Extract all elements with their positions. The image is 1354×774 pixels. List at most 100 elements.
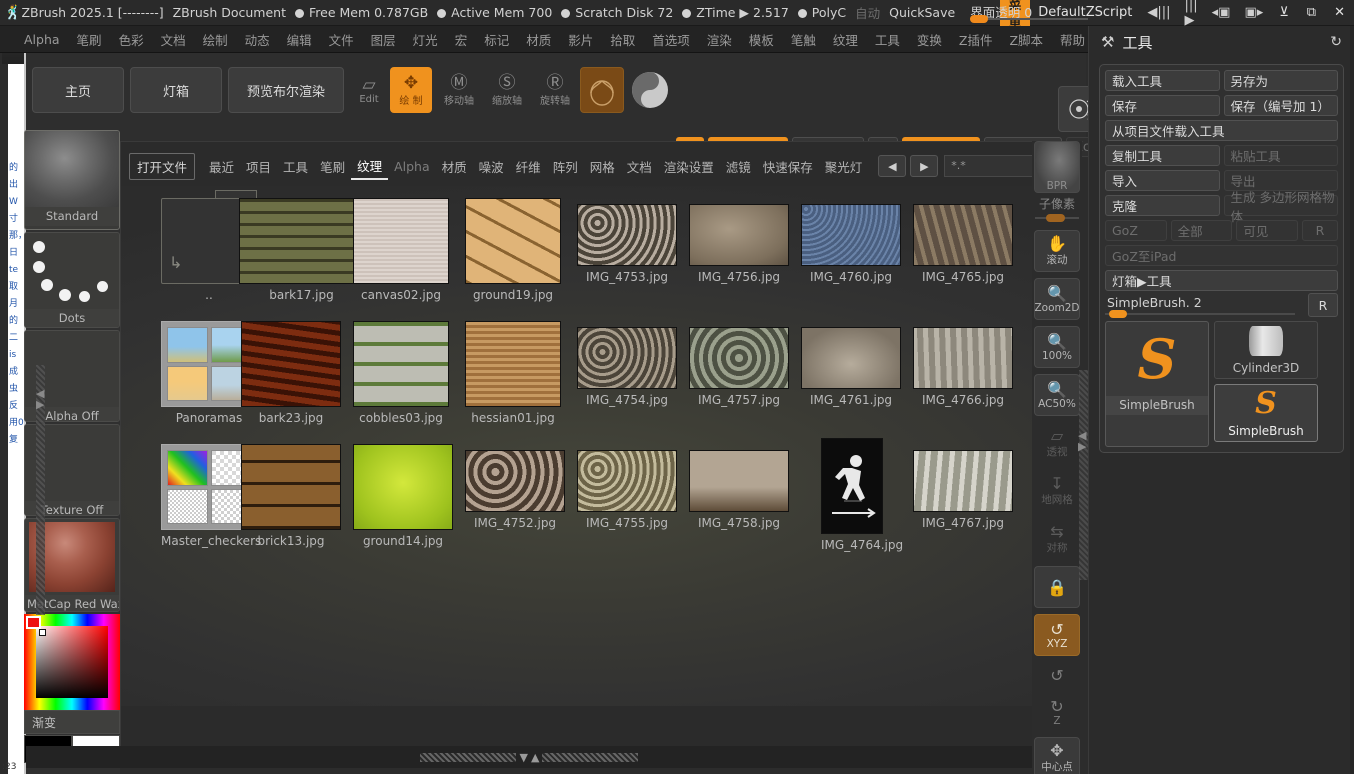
lightbox-thumbnail[interactable]: ground19.jpg <box>465 198 561 302</box>
lightbox-thumbnail[interactable]: brick13.jpg <box>241 444 341 548</box>
tool-button-克隆[interactable]: 克隆 <box>1105 195 1220 216</box>
menu-item-5[interactable]: 动态 <box>237 27 278 52</box>
color-picker[interactable] <box>24 614 120 710</box>
left-panel-collapse-icon[interactable]: ◀ ▶ <box>36 388 44 410</box>
tool-button-载入工具[interactable]: 载入工具 <box>1105 70 1220 91</box>
open-file-button[interactable]: 打开文件 <box>129 152 196 180</box>
lightbox-thumbnail[interactable]: IMG_4753.jpg <box>577 204 677 284</box>
lightbox-thumbnail[interactable]: hessian01.jpg <box>465 321 561 425</box>
rail-button-Z[interactable]: ↻ Z <box>1034 694 1080 731</box>
lightbox-thumbnail[interactable]: IMG_4767.jpg <box>913 450 1013 530</box>
lightbox-tab-文档[interactable]: 文档 <box>621 154 658 179</box>
quicksave-button[interactable]: QuickSave <box>889 5 955 20</box>
scroll-right-icon[interactable]: |||▶ <box>1185 0 1198 28</box>
menu-item-9[interactable]: 灯光 <box>405 27 446 52</box>
rail-button-camera-lock-icon[interactable]: 🔒 <box>1034 566 1080 608</box>
preview-bool-render-button[interactable]: 预览布尔渲染 <box>228 67 344 113</box>
rail-button-AC50%[interactable]: 🔍 AC50% <box>1034 374 1080 416</box>
tool-item-slider[interactable]: SimpleBrush. 2 R <box>1105 293 1338 318</box>
minimize-button[interactable]: ⊻ <box>1279 5 1289 20</box>
lightbox-tab-工具[interactable]: 工具 <box>277 154 314 179</box>
reload-icon[interactable]: ↻ <box>1330 34 1342 50</box>
stroke-palette-tile[interactable]: Dots <box>24 232 120 328</box>
tool-button-保存[interactable]: 保存 <box>1105 95 1220 116</box>
rail-button-滚动[interactable]: ✋ 滚动 <box>1034 230 1080 272</box>
lightbox-tab-纹理[interactable]: 纹理 <box>351 153 389 180</box>
close-button[interactable]: ✕ <box>1334 5 1345 20</box>
interface-transparency-slider[interactable]: 界面透明 0 <box>970 3 1089 23</box>
lightbox-tab-噪波[interactable]: 噪波 <box>473 154 510 179</box>
tool-button-保存（编号加 1）[interactable]: 保存（编号加 1） <box>1223 95 1338 116</box>
current-material-preview[interactable] <box>628 67 672 113</box>
menu-item-7[interactable]: 文件 <box>321 27 362 52</box>
slider-knob[interactable] <box>1109 310 1127 318</box>
lightbox-tab-阵列[interactable]: 阵列 <box>547 154 584 179</box>
rail-button-地网格[interactable]: ↧ 地网格 <box>1034 470 1080 512</box>
draw-mode-button[interactable]: ✥ 绘 制 <box>390 67 432 113</box>
scroll-down-icon[interactable]: ▼ <box>520 751 529 764</box>
lightbox-thumbnail[interactable]: IMG_4766.jpg <box>913 327 1013 407</box>
lightbox-thumbnail[interactable]: cobbles03.jpg <box>353 321 449 425</box>
lightbox-thumbnail[interactable]: bark23.jpg <box>241 321 341 425</box>
menu-item-20[interactable]: 工具 <box>867 27 908 52</box>
menu-item-13[interactable]: 影片 <box>560 27 601 52</box>
subpixel-slider[interactable] <box>1035 214 1079 222</box>
lightbox-tab-聚光灯[interactable]: 聚光灯 <box>819 154 869 179</box>
restore-button[interactable]: ⧉ <box>1307 5 1316 20</box>
menu-item-1[interactable]: 笔刷 <box>69 27 110 52</box>
lightbox-button[interactable]: 灯箱 <box>130 67 222 113</box>
menu-item-4[interactable]: 绘制 <box>195 27 236 52</box>
rail-button-100%[interactable]: 🔍 100% <box>1034 326 1080 368</box>
lightbox-thumbnail[interactable]: IMG_4756.jpg <box>689 204 789 284</box>
lightbox-tab-项目[interactable]: 项目 <box>240 154 277 179</box>
menu-item-22[interactable]: Z插件 <box>951 27 1001 52</box>
rail-button-透视[interactable]: ▱ 透视 <box>1034 422 1080 464</box>
lightbox-tab-笔刷[interactable]: 笔刷 <box>314 154 351 179</box>
lightbox-thumbnail[interactable]: IMG_4765.jpg <box>913 204 1013 284</box>
lightbox-thumbnail[interactable]: IMG_4758.jpg <box>689 450 789 530</box>
bottom-scroll-bar[interactable]: ▼ ▲ <box>26 746 1032 768</box>
menu-item-12[interactable]: 材质 <box>518 27 559 52</box>
lightbox-thumbnail[interactable]: ground14.jpg <box>353 444 453 548</box>
menu-item-6[interactable]: 编辑 <box>279 27 320 52</box>
lightbox-path-input[interactable]: *.* <box>944 155 1033 177</box>
right-panel-drag-handle[interactable] <box>1079 370 1088 580</box>
lightbox-tab-Alpha[interactable]: Alpha <box>388 156 436 177</box>
current-brush-preview[interactable] <box>580 67 624 113</box>
left-arrow-icon[interactable]: ◀ <box>878 155 907 177</box>
tool-button-导入[interactable]: 导入 <box>1105 170 1220 191</box>
menu-item-8[interactable]: 图层 <box>363 27 404 52</box>
rail-button-rotate-y-icon[interactable]: ↺ <box>1034 662 1080 688</box>
menu-item-2[interactable]: 色彩 <box>111 27 152 52</box>
lightbox-thumbnail[interactable]: IMG_4754.jpg <box>577 327 677 407</box>
gradient-button[interactable]: 渐变 <box>24 710 120 734</box>
lightbox-thumbnail[interactable]: bark17.jpg <box>239 198 364 302</box>
menu-item-19[interactable]: 纹理 <box>825 27 866 52</box>
scroll-left-icon[interactable]: ◀||| <box>1147 5 1170 20</box>
lightbox-tab-纤维[interactable]: 纤维 <box>510 154 547 179</box>
move-mode-button[interactable]: Ⓜ 移动轴 <box>438 67 480 113</box>
rail-button-XYZ[interactable]: ↺ XYZ <box>1034 614 1080 656</box>
menu-item-18[interactable]: 笔触 <box>783 27 824 52</box>
next-doc-icon[interactable]: ▣▸ <box>1244 5 1263 20</box>
right-panel-collapse-icon[interactable]: ◀ ▶ <box>1078 430 1086 452</box>
lightbox-thumbnail[interactable]: IMG_4761.jpg <box>801 327 901 407</box>
menu-item-21[interactable]: 变换 <box>909 27 950 52</box>
prev-doc-icon[interactable]: ◂▣ <box>1212 5 1231 20</box>
menu-item-0[interactable]: Alpha <box>16 29 68 50</box>
slider-knob[interactable] <box>1046 214 1065 222</box>
tool-button-另存为[interactable]: 另存为 <box>1223 70 1338 91</box>
home-button[interactable]: 主页 <box>32 67 124 113</box>
menu-item-16[interactable]: 渲染 <box>699 27 740 52</box>
menu-item-23[interactable]: Z脚本 <box>1001 27 1051 52</box>
slider-knob[interactable] <box>970 14 989 23</box>
lightbox-thumbnail[interactable]: IMG_4764.jpg <box>821 438 903 552</box>
menu-item-10[interactable]: 宏 <box>447 27 476 52</box>
tool-tile-cylinder3d[interactable]: Cylinder3D <box>1214 321 1318 379</box>
rail-button-中心点[interactable]: ✥ 中心点 <box>1034 737 1080 774</box>
lightbox-tab-材质[interactable]: 材质 <box>436 154 473 179</box>
lightbox-tab-快速保存[interactable]: 快速保存 <box>757 154 819 179</box>
lightbox-tab-渲染设置[interactable]: 渲染设置 <box>658 154 720 179</box>
tool-button-灯箱▶工具[interactable]: 灯箱▶工具 <box>1105 270 1338 291</box>
rotate-mode-button[interactable]: Ⓡ 旋转轴 <box>534 67 576 113</box>
